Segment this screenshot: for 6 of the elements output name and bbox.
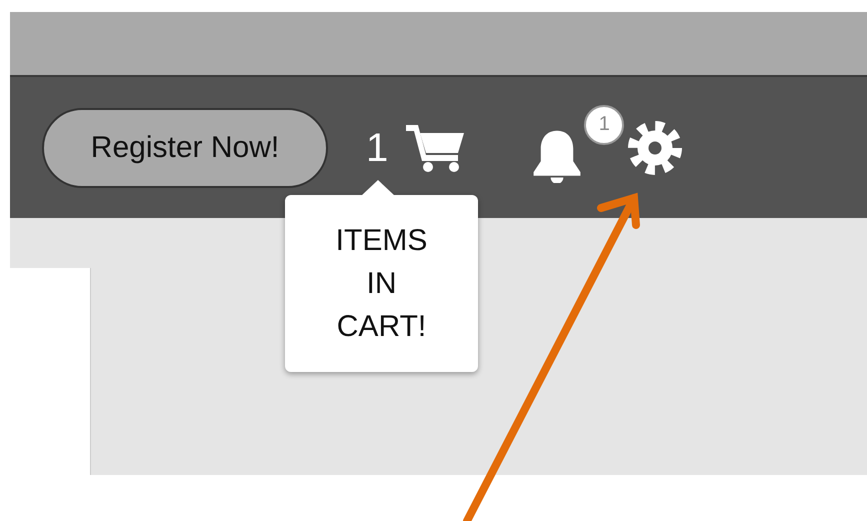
settings-icon[interactable] bbox=[626, 118, 684, 176]
notification-badge: 1 bbox=[584, 104, 624, 144]
register-button[interactable]: Register Now! bbox=[42, 108, 328, 188]
tooltip-text: ITEMS IN CART! bbox=[334, 223, 428, 345]
cart-icon[interactable] bbox=[406, 122, 466, 172]
cart-count: 1 bbox=[366, 128, 388, 168]
